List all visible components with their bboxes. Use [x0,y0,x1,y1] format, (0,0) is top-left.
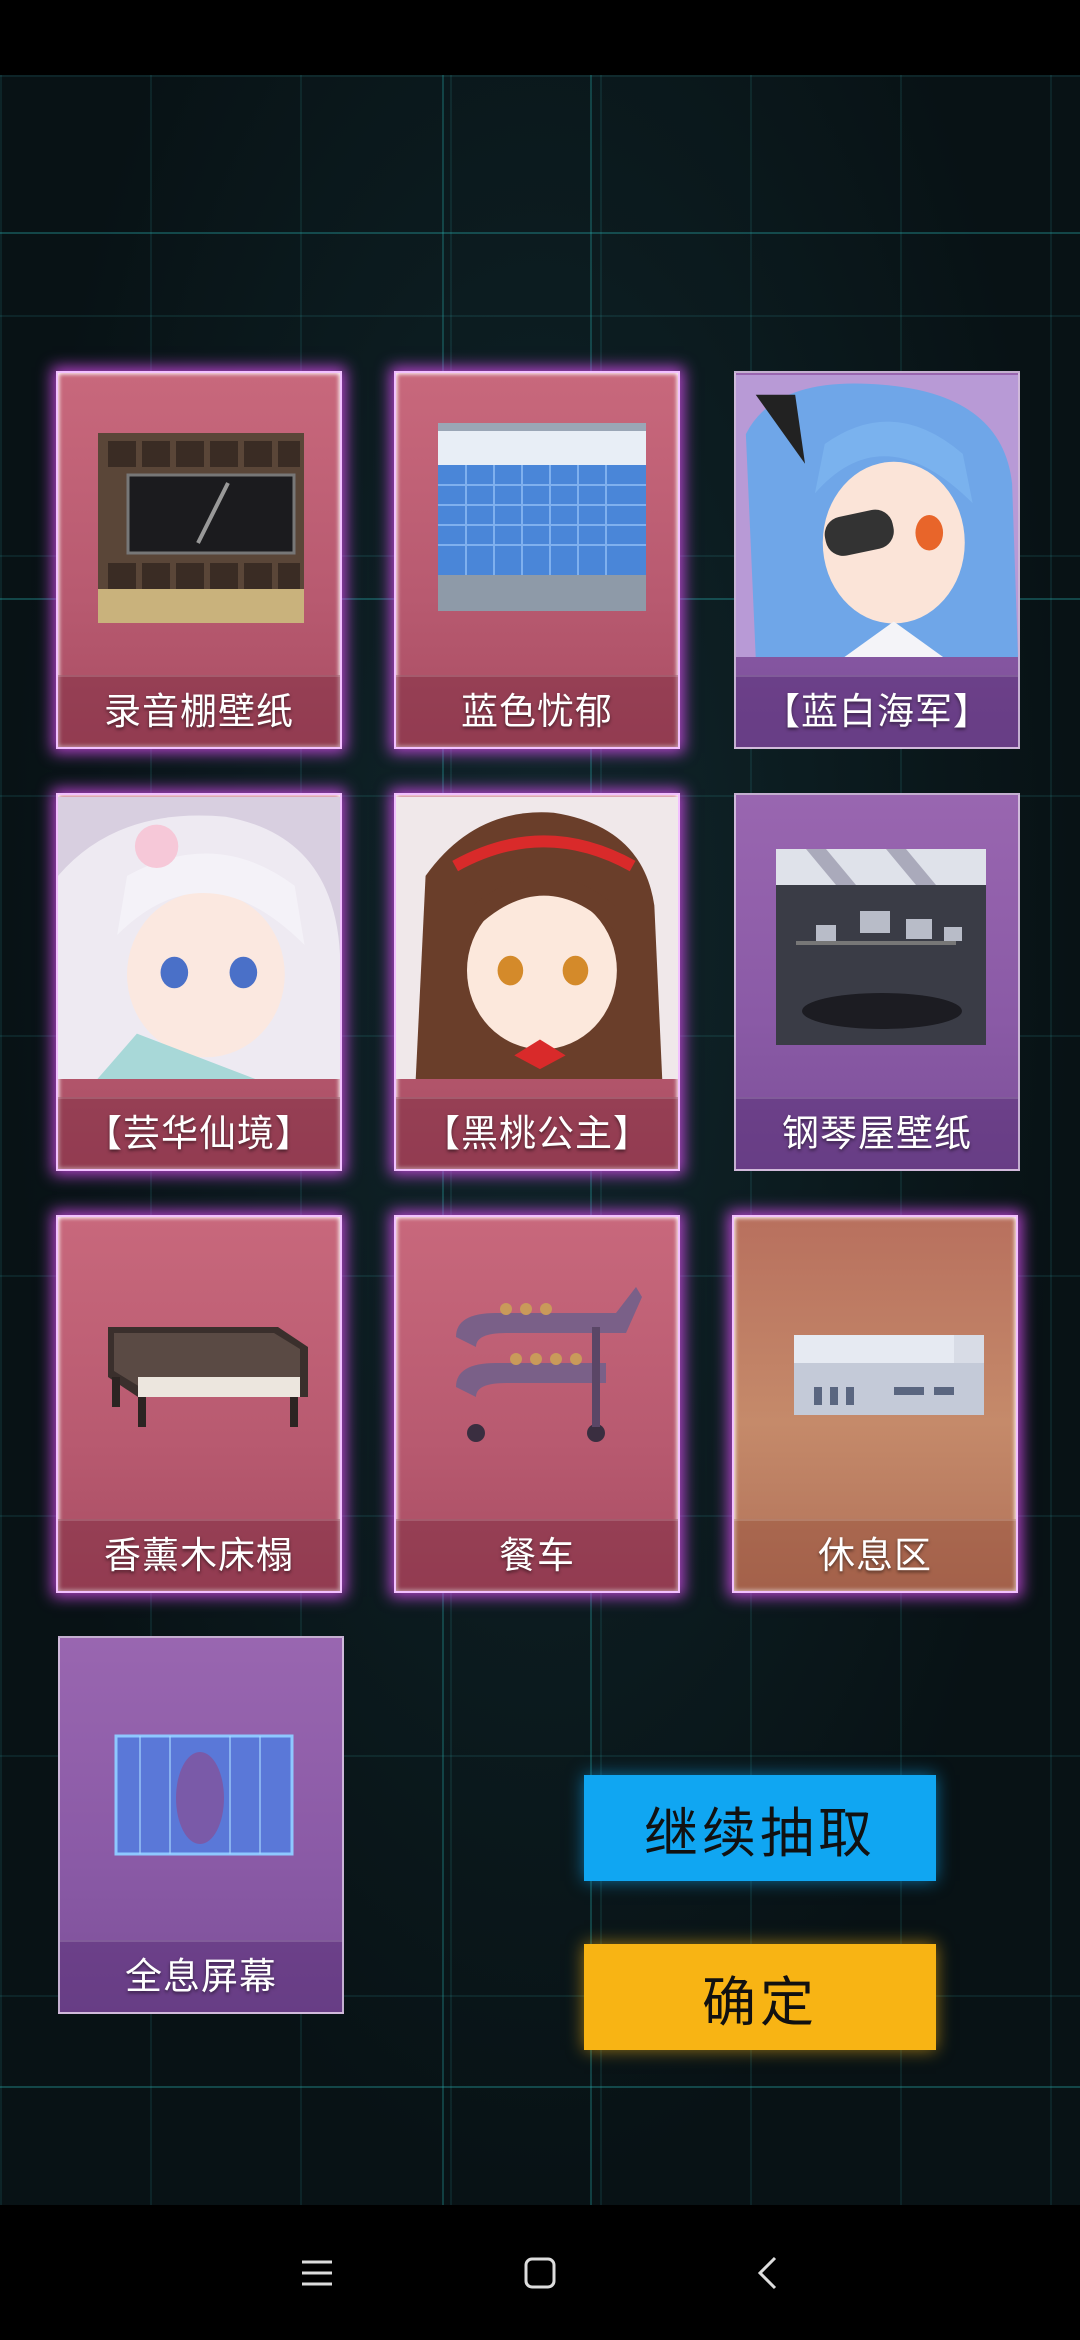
card-label: 录音棚壁纸 [104,690,294,733]
card-label: 蓝色忧郁 [461,690,613,733]
card-label: 餐车 [499,1534,575,1577]
card-label: 钢琴屋壁纸 [782,1112,972,1155]
confirm-button[interactable]: 确定 [584,1944,936,2050]
card-label: 全息屏幕 [125,1955,277,1998]
card-label: 【蓝白海军】 [763,690,991,733]
reward-card-blue-melancholy[interactable]: 蓝色忧郁 [394,371,680,749]
menu-icon[interactable] [292,2248,342,2298]
card-label: 香薰木床榻 [104,1534,294,1577]
continue-draw-button[interactable]: 继续抽取 [584,1775,936,1881]
reward-card-piano-room[interactable]: 钢琴屋壁纸 [734,793,1020,1171]
rest-area-sofa-image [794,1335,984,1415]
reward-card-dining-cart[interactable]: 餐车 [394,1215,680,1593]
piano-room-wallpaper-image [776,849,986,1045]
reward-card-aroma-daybed[interactable]: 香薰木床榻 [56,1215,342,1593]
brown-hair-red-headband-girl-portrait [396,797,678,1079]
reward-card-hologram-screen[interactable]: 全息屏幕 [58,1636,344,2014]
home-square-icon[interactable] [515,2248,565,2298]
back-chevron-icon[interactable] [742,2248,792,2298]
recording-studio-wallpaper-image [98,433,304,623]
card-label: 【黑桃公主】 [423,1112,651,1155]
reward-card-rest-area[interactable]: 休息区 [732,1215,1018,1593]
reward-card-spade-princess[interactable]: 【黑桃公主】 [394,793,680,1171]
silver-hair-flower-girl-portrait [58,797,340,1079]
reward-card-blue-white-navy[interactable]: 【蓝白海军】 [734,371,1020,749]
card-label: 【芸华仙境】 [85,1112,313,1155]
blue-tile-room-image [438,423,646,611]
card-label: 休息区 [818,1534,932,1577]
wooden-daybed-image [108,1327,308,1427]
grid-line [0,2086,1080,2088]
status-bar [0,0,1080,75]
blue-hair-eyepatch-girl-portrait [736,375,1018,657]
reward-card-yunhua-wonderland[interactable]: 【芸华仙境】 [56,793,342,1171]
hologram-screen-image [114,1734,294,1856]
reward-card-recording-studio[interactable]: 录音棚壁纸 [56,371,342,749]
grid-line [0,232,1080,234]
dining-cart-image [456,1287,642,1442]
